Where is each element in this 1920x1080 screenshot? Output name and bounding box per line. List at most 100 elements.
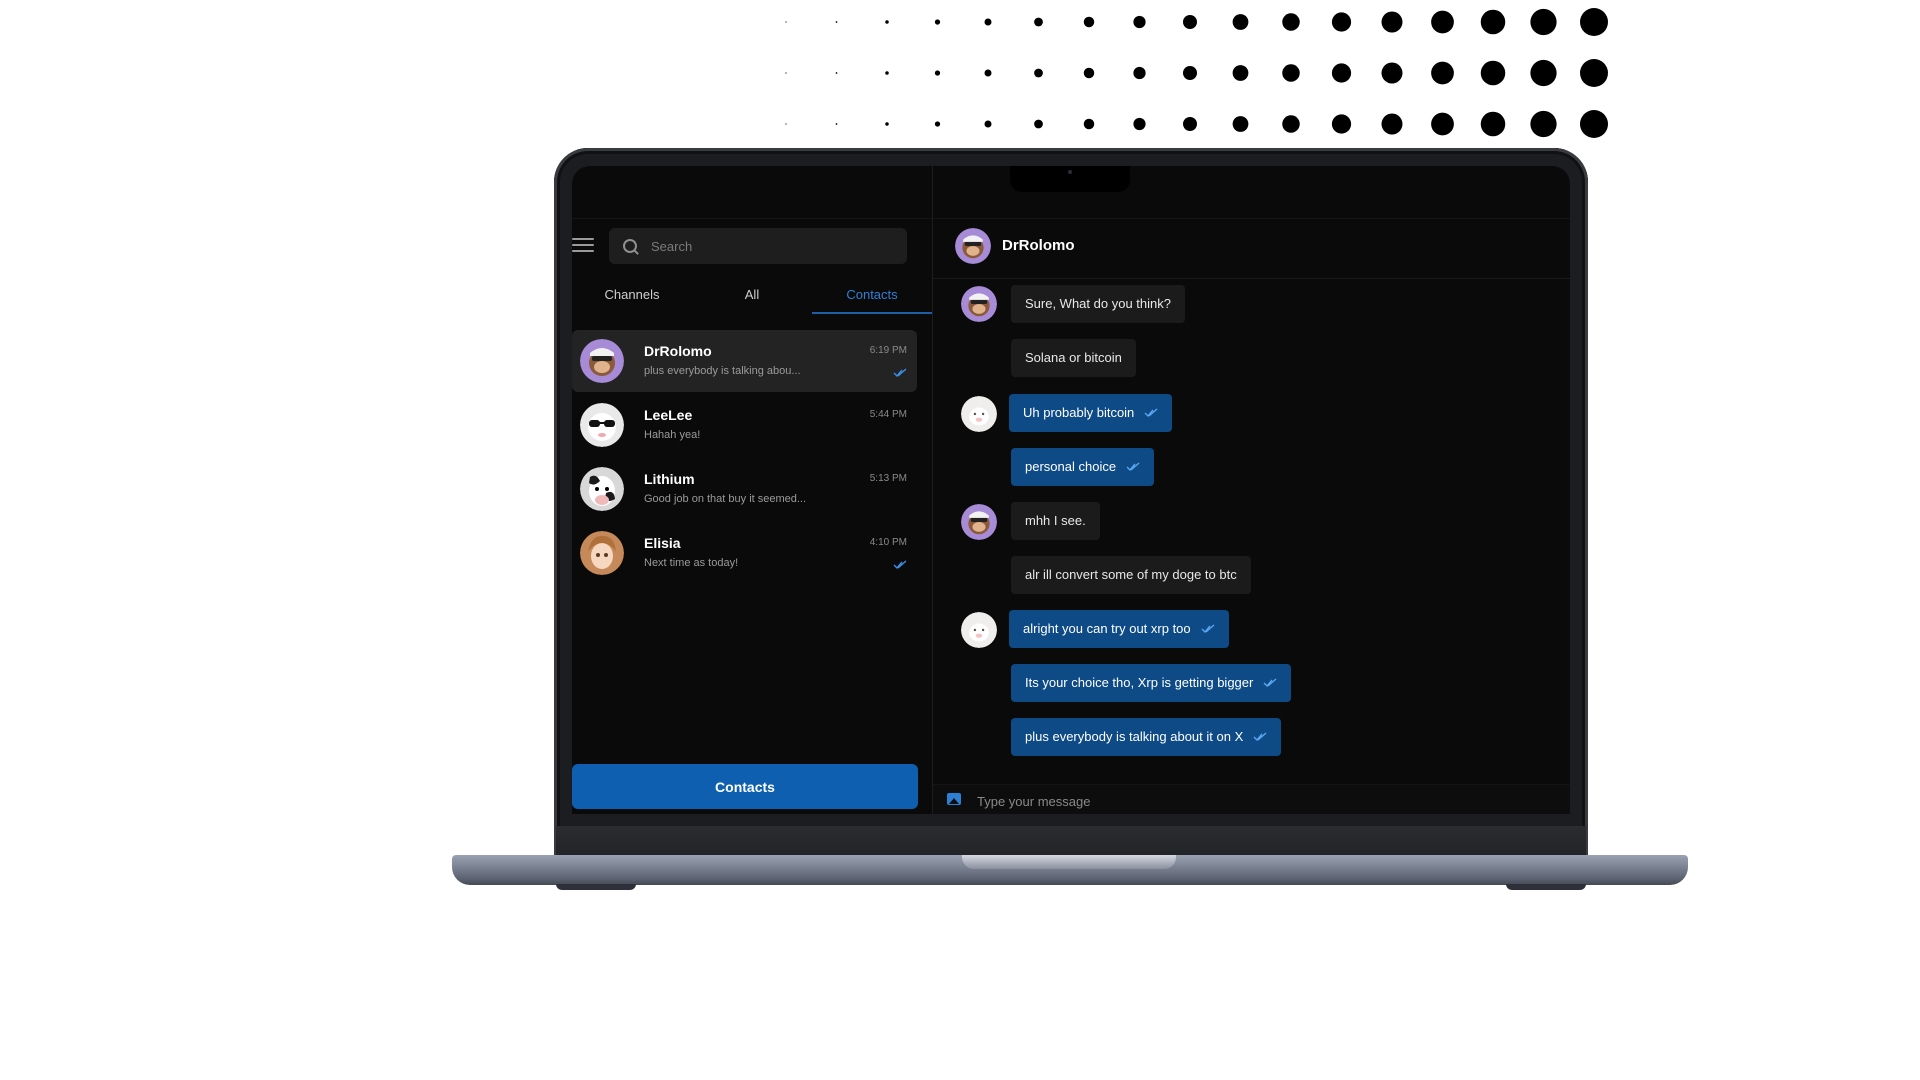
double-check-icon	[893, 560, 907, 570]
contact-item-leelee[interactable]: LeeLee Hahah yea! 5:44 PM	[572, 394, 917, 456]
message-bubble-outgoing: personal choice	[1011, 448, 1155, 486]
halftone-dot	[835, 21, 838, 23]
halftone-dot	[934, 70, 941, 76]
halftone-dot	[1232, 116, 1249, 132]
message-text: Sure, What do you think?	[1025, 296, 1171, 311]
halftone-dot	[1331, 114, 1352, 134]
tab-channels[interactable]: Channels	[572, 276, 692, 314]
halftone-dot	[1431, 112, 1454, 136]
halftone-dot	[1133, 15, 1146, 29]
halftone-dot	[1480, 9, 1506, 35]
halftone-dot	[1381, 113, 1403, 135]
double-check-icon	[1201, 624, 1215, 634]
contact-preview: plus everybody is talking abou...	[644, 365, 801, 377]
halftone-dot	[1282, 13, 1300, 31]
tab-all[interactable]: All	[692, 276, 812, 314]
message-bubble-incoming: alr ill convert some of my doge to btc	[1011, 556, 1251, 594]
halftone-dot	[984, 120, 992, 128]
halftone-dot	[1530, 59, 1557, 87]
message-bubble-incoming: Solana or bitcoin	[1011, 339, 1136, 377]
halftone-dot	[1431, 61, 1454, 85]
contacts-button[interactable]: Contacts	[572, 764, 918, 809]
halftone-dot	[1331, 63, 1352, 83]
halftone-dot	[1232, 65, 1249, 81]
halftone-dot	[1580, 8, 1608, 36]
halftone-dot	[1083, 118, 1095, 130]
contact-name: Elisia	[644, 535, 681, 551]
halftone-dot	[934, 19, 941, 25]
halftone-dot	[1183, 117, 1197, 131]
halftone-dot	[1530, 110, 1557, 138]
message-bubble-outgoing: Uh probably bitcoin	[1009, 394, 1173, 432]
message-text: alright you can try out xrp too	[1023, 621, 1191, 636]
halftone-dot	[785, 21, 787, 23]
halftone-dot	[1530, 8, 1557, 36]
halftone-dot	[1480, 111, 1506, 137]
contact-time: 4:10 PM	[869, 537, 907, 548]
halftone-dot	[835, 72, 838, 74]
contact-preview: Hahah yea!	[644, 429, 701, 441]
sidebar: Channels All Contacts DrRolomo plus ever…	[572, 166, 933, 814]
message-text: personal choice	[1025, 459, 1117, 474]
halftone-dot	[1034, 119, 1043, 129]
contact-item-elisia[interactable]: Elisia Next time as today! 4:10 PM	[572, 522, 917, 584]
app-window: Channels All Contacts DrRolomo plus ever…	[572, 166, 1570, 814]
image-attach-icon[interactable]	[947, 793, 961, 805]
message-input[interactable]	[975, 789, 1539, 813]
contact-name: Lithium	[644, 471, 695, 487]
halftone-dot	[1431, 10, 1454, 34]
message-composer	[933, 784, 1570, 814]
monkey-avatar	[961, 504, 997, 540]
contact-time: 5:13 PM	[869, 473, 907, 484]
halftone-dot	[1331, 12, 1352, 32]
message-text: Uh probably bitcoin	[1023, 405, 1135, 420]
chat-title: DrRolomo	[1002, 237, 1075, 254]
search-input[interactable]	[649, 237, 893, 255]
message-text: Solana or bitcoin	[1025, 350, 1122, 365]
contact-preview: Good job on that buy it seemed...	[644, 493, 807, 505]
halftone-dot	[1381, 62, 1403, 84]
camera-notch	[1010, 166, 1130, 192]
halftone-dot	[1480, 60, 1506, 86]
laptop-bezel	[556, 826, 1586, 856]
contact-name: LeeLee	[644, 407, 693, 423]
message-bubble-outgoing: alright you can try out xrp too	[1009, 610, 1229, 648]
halftone-dot	[1034, 17, 1043, 27]
halftone-dot	[1580, 110, 1608, 138]
contact-item-drrolomo[interactable]: DrRolomo plus everybody is talking abou.…	[572, 330, 917, 392]
contact-item-lithium[interactable]: Lithium Good job on that buy it seemed..…	[572, 458, 917, 520]
message-text: plus everybody is talking about it on X	[1025, 729, 1244, 744]
laptop-foot	[556, 884, 636, 890]
halftone-dot	[1034, 68, 1043, 78]
message-text: Its your choice tho, Xrp is getting bigg…	[1025, 675, 1254, 690]
search-bar[interactable]	[609, 228, 907, 264]
search-icon	[623, 239, 637, 253]
divider	[933, 278, 1570, 279]
contact-time: 6:19 PM	[869, 345, 907, 356]
halftone-dot	[1133, 66, 1146, 80]
halftone-dot	[984, 18, 992, 26]
contact-time: 5:44 PM	[869, 409, 907, 420]
double-check-icon	[1126, 462, 1140, 472]
halftone-dot	[934, 121, 941, 127]
halftone-dot	[885, 122, 889, 126]
tab-contacts[interactable]: Contacts	[812, 276, 932, 314]
sheep-avatar	[961, 396, 997, 432]
double-check-icon	[893, 368, 907, 378]
message-bubble-incoming: mhh I see.	[1011, 502, 1100, 540]
halftone-dot	[984, 69, 992, 77]
double-check-icon	[1144, 408, 1158, 418]
anime-girl-avatar	[580, 531, 624, 575]
monkey-avatar	[961, 286, 997, 322]
message-bubble-outgoing: Its your choice tho, Xrp is getting bigg…	[1011, 664, 1292, 702]
tab-bar: Channels All Contacts	[572, 276, 932, 314]
contact-preview: Next time as today!	[644, 557, 739, 569]
menu-icon[interactable]	[572, 238, 594, 254]
monkey-avatar[interactable]	[955, 228, 991, 264]
halftone-dot	[835, 123, 838, 125]
halftone-dot	[1232, 14, 1249, 30]
sheep-avatar	[961, 612, 997, 648]
halftone-dot	[1083, 16, 1095, 28]
laptop-opening-notch	[962, 855, 1176, 869]
halftone-dot	[885, 20, 889, 24]
